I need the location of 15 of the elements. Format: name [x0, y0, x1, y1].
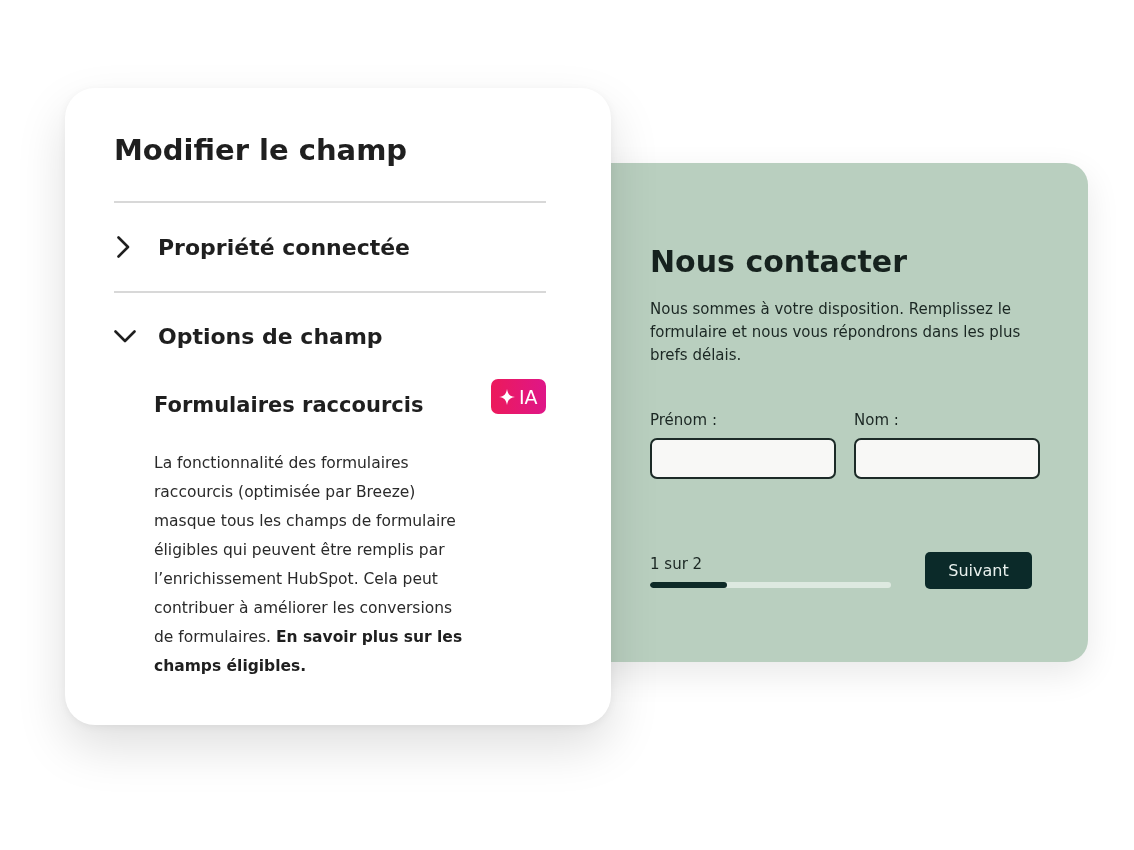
next-button[interactable]: Suivant	[925, 552, 1032, 589]
form-title: Nous contacter	[650, 243, 908, 281]
option-title: Formulaires raccourcis	[154, 391, 424, 419]
panel-title: Modifier le champ	[114, 132, 409, 168]
sparkle-icon	[499, 388, 515, 405]
description-text: La fonctionnalité des formulaires raccourcis (optimisée par Breeze) masque tous les champs de formulaire éligibles qui peuvent être remplis par l’enrichissement HubSpot. Cela peut contribuer à améliorer les conversions de formulaires. En savoir plus sur les champs éligibles.	[154, 453, 464, 677]
field-label: Prénom :	[650, 410, 717, 430]
accordion-header[interactable]: Propriété connectée	[114, 203, 546, 291]
badge-label: IA	[519, 385, 538, 408]
text-input[interactable]	[854, 438, 1040, 479]
step-counter: 1 sur 2	[650, 554, 703, 574]
text-input[interactable]	[650, 438, 836, 479]
description-text: Nous sommes à votre disposition. Remplissez le formulaire et nous vous répondrons dans les plus brefs délais.	[650, 299, 1022, 366]
accordion-header[interactable]: Options de champ	[114, 293, 546, 379]
field-label: Nom :	[854, 410, 899, 430]
